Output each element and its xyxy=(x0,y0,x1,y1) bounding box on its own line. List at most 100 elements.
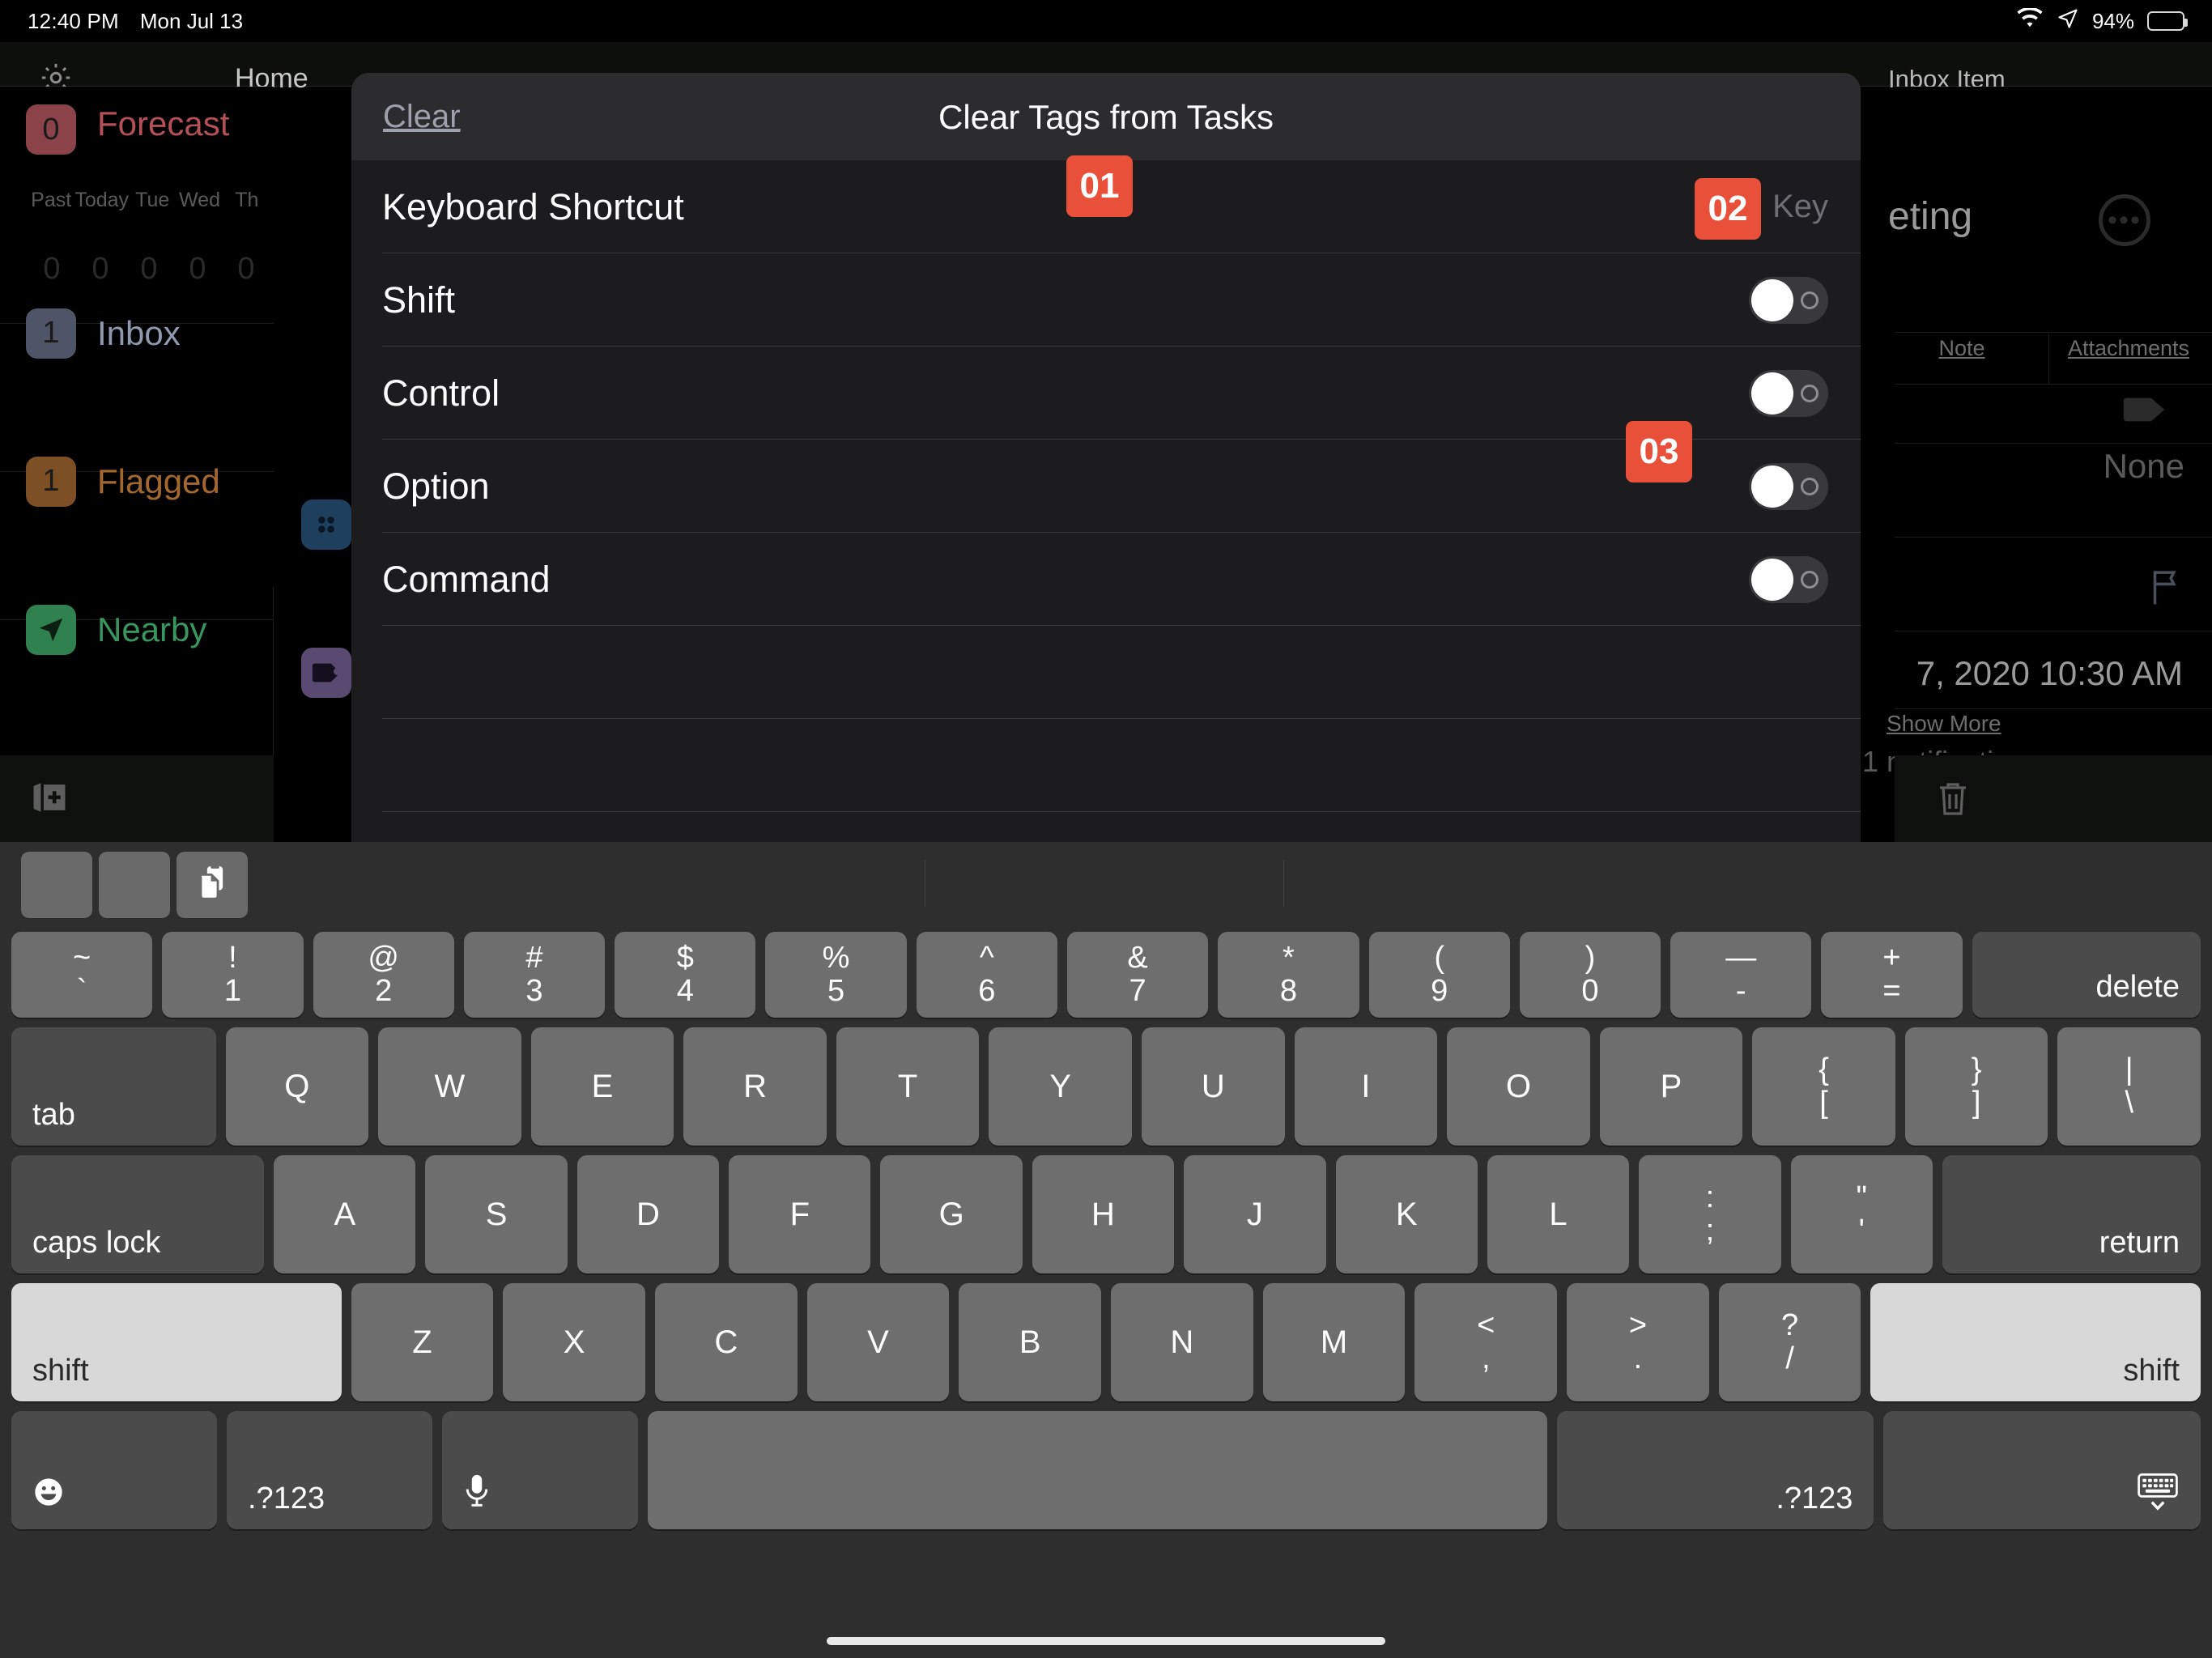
key-tilde[interactable]: ~ ` xyxy=(11,932,153,1018)
key-quote[interactable]: " ' xyxy=(1790,1155,1933,1273)
key-shift-right[interactable]: shift xyxy=(1870,1283,2201,1401)
sidebar-item-inbox[interactable]: 1 Inbox xyxy=(0,259,274,407)
key-e[interactable]: E xyxy=(530,1027,674,1146)
key-d[interactable]: D xyxy=(576,1155,720,1273)
key-t[interactable]: T xyxy=(836,1027,980,1146)
key-numeric-right[interactable]: .?123 xyxy=(1556,1411,1874,1529)
key-microphone[interactable] xyxy=(442,1411,638,1529)
tags-tile-icon[interactable] xyxy=(301,648,351,698)
row-command[interactable]: Command xyxy=(351,533,1861,626)
sidebar: 0 Forecast Past Today Tue Wed Th 0 0 0 0… xyxy=(0,87,274,842)
tag-ellipsis-icon[interactable] xyxy=(2121,395,2167,432)
key-backslash[interactable]: | \ xyxy=(2057,1027,2201,1146)
key-bracket-left[interactable]: {[ xyxy=(1752,1027,1895,1146)
key-space[interactable] xyxy=(647,1411,1547,1529)
defer-value[interactable]: None xyxy=(2104,447,2184,486)
predictive-slot-2[interactable] xyxy=(99,851,170,918)
predictive-slot-1[interactable] xyxy=(21,851,92,918)
key-period[interactable]: >. xyxy=(1567,1283,1709,1401)
keyboard-shortcut-key-field[interactable]: Key xyxy=(1772,189,1828,225)
sidebar-item-forecast[interactable]: 0 Forecast xyxy=(0,87,274,259)
show-more-link[interactable]: Show More xyxy=(1887,711,2001,737)
hide-keyboard-icon xyxy=(2136,1470,2180,1520)
key-2[interactable]: @2 xyxy=(313,932,454,1018)
key-caps-lock[interactable]: caps lock xyxy=(11,1155,265,1273)
flag-icon[interactable] xyxy=(2147,567,2183,616)
key-o[interactable]: O xyxy=(1447,1027,1590,1146)
key-q[interactable]: Q xyxy=(225,1027,369,1146)
key-shift-left[interactable]: shift xyxy=(11,1283,342,1401)
toggle-off-ring xyxy=(1801,477,1819,495)
key-return[interactable]: return xyxy=(1942,1155,2201,1273)
annotation-badge-01: 01 xyxy=(1066,155,1133,217)
key-j[interactable]: J xyxy=(1184,1155,1326,1273)
key-f[interactable]: F xyxy=(729,1155,871,1273)
paste-icon-button[interactable] xyxy=(177,851,248,918)
new-item-icon[interactable] xyxy=(31,781,68,823)
key-w[interactable]: W xyxy=(378,1027,521,1146)
key-v[interactable]: V xyxy=(806,1283,950,1401)
tab-attachments[interactable]: Attachments xyxy=(2045,336,2212,361)
home-indicator[interactable] xyxy=(827,1637,1385,1645)
trash-icon[interactable] xyxy=(1935,780,1971,827)
key-k[interactable]: K xyxy=(1335,1155,1478,1273)
key-i[interactable]: I xyxy=(1294,1027,1438,1146)
key-h[interactable]: H xyxy=(1032,1155,1175,1273)
key-r[interactable]: R xyxy=(683,1027,827,1146)
shift-toggle[interactable] xyxy=(1749,276,1828,324)
key-numeric-left[interactable]: .?123 xyxy=(227,1411,432,1529)
command-toggle[interactable] xyxy=(1749,555,1828,603)
key-delete[interactable]: delete xyxy=(1972,932,2201,1018)
key-minus[interactable]: — - xyxy=(1670,932,1812,1018)
key-semicolon[interactable]: :; xyxy=(1639,1155,1781,1273)
key-3[interactable]: #3 xyxy=(463,932,606,1018)
key-8[interactable]: * 8 xyxy=(1218,932,1359,1018)
key-0[interactable]: ) 0 xyxy=(1519,932,1661,1018)
key-emoji[interactable] xyxy=(11,1411,217,1529)
microphone-icon xyxy=(463,1473,491,1516)
row-shift[interactable]: Shift xyxy=(351,253,1861,346)
key-comma[interactable]: <, xyxy=(1414,1283,1558,1401)
key-1[interactable]: ! 1 xyxy=(162,932,304,1018)
key-c[interactable]: C xyxy=(654,1283,798,1401)
sidebar-item-nearby[interactable]: Nearby xyxy=(0,555,274,704)
toggle-knob xyxy=(1751,465,1793,508)
detail-tabs: Note Attachments xyxy=(1878,336,2212,361)
key-m[interactable]: M xyxy=(1262,1283,1406,1401)
key-p[interactable]: P xyxy=(1599,1027,1743,1146)
key-slash[interactable]: ? / xyxy=(1718,1283,1861,1401)
key-5[interactable]: % 5 xyxy=(765,932,907,1018)
projects-tile-icon[interactable] xyxy=(301,500,351,550)
forecast-count-badge: 0 xyxy=(26,104,76,155)
option-toggle[interactable] xyxy=(1749,462,1828,510)
key-z[interactable]: Z xyxy=(351,1283,494,1401)
tab-note[interactable]: Note xyxy=(1878,336,2045,361)
row-label: Control xyxy=(382,372,500,414)
key-s[interactable]: S xyxy=(425,1155,568,1273)
key-hide-keyboard[interactable] xyxy=(1883,1411,2201,1529)
forecast-day: Wed xyxy=(179,189,220,211)
toggle-knob xyxy=(1751,372,1793,414)
key-6[interactable]: ^ 6 xyxy=(916,932,1057,1018)
toggle-knob xyxy=(1751,558,1793,601)
key-g[interactable]: G xyxy=(880,1155,1023,1273)
key-bracket-right[interactable]: }] xyxy=(1904,1027,2048,1146)
key-4[interactable]: $4 xyxy=(615,932,756,1018)
wifi-icon xyxy=(2016,6,2044,35)
key-a[interactable]: A xyxy=(274,1155,416,1273)
key-u[interactable]: U xyxy=(1141,1027,1285,1146)
key-y[interactable]: Y xyxy=(989,1027,1132,1146)
emoji-icon xyxy=(32,1476,65,1516)
key-7[interactable]: & 7 xyxy=(1066,932,1209,1018)
key-9[interactable]: (9 xyxy=(1368,932,1510,1018)
key-x[interactable]: X xyxy=(503,1283,645,1401)
ellipsis-circle-icon[interactable]: ••• xyxy=(2099,194,2150,246)
key-n[interactable]: N xyxy=(1111,1283,1253,1401)
control-toggle[interactable] xyxy=(1749,369,1828,417)
due-date-value[interactable]: 7, 2020 10:30 AM xyxy=(1916,654,2183,693)
key-tab[interactable]: tab xyxy=(11,1027,216,1146)
key-b[interactable]: B xyxy=(959,1283,1102,1401)
key-equals[interactable]: + = xyxy=(1821,932,1963,1018)
key-l[interactable]: L xyxy=(1487,1155,1630,1273)
sidebar-item-flagged[interactable]: 1 Flagged xyxy=(0,407,274,555)
